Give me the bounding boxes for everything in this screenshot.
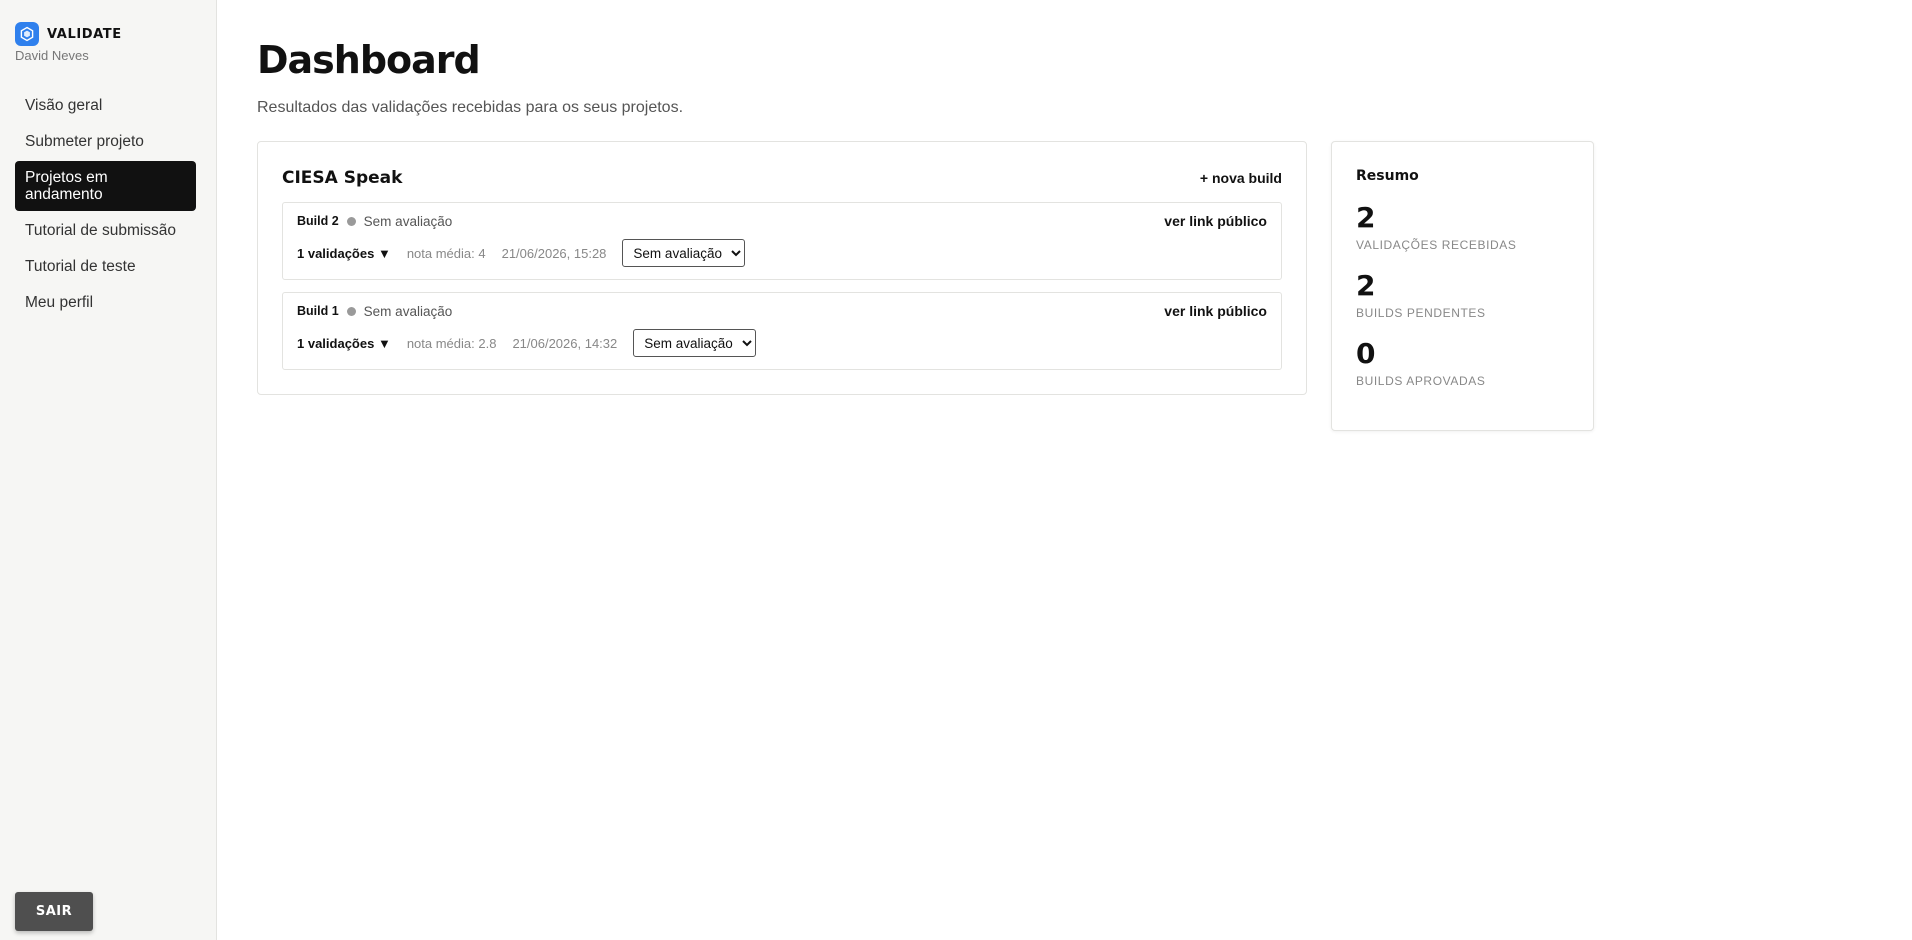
brand: VALIDATE	[15, 22, 201, 46]
validations-toggle[interactable]: 1 validações ▼	[297, 336, 391, 351]
build-top: Build 1 Sem avaliação ver link público	[297, 303, 1267, 319]
sidebar-item-tutorial-de-submissao[interactable]: Tutorial de submissão	[15, 214, 201, 247]
sidebar: VALIDATE David Neves Visão geral Submete…	[0, 0, 217, 940]
user-name: David Neves	[15, 48, 89, 63]
build-name: Build 1	[297, 304, 339, 318]
sidebar-item-meu-perfil[interactable]: Meu perfil	[15, 286, 201, 319]
validations-toggle[interactable]: 1 validações ▼	[297, 246, 391, 261]
app: VALIDATE David Neves Visão geral Submete…	[0, 0, 1912, 940]
status-dot-icon	[346, 306, 356, 316]
project-header: CIESA Speak + nova build	[282, 168, 1282, 188]
stat-value: 0	[1356, 337, 1376, 370]
sidebar-item-submeter-projeto[interactable]: Submeter projeto	[15, 125, 201, 158]
build-info: Build 2 Sem avaliação	[297, 214, 452, 229]
stat-label: BUILDS PENDENTES	[1356, 306, 1486, 320]
main-content: Dashboard Resultados das validações rece…	[217, 0, 1912, 940]
evaluation-select[interactable]: Sem avaliação	[622, 239, 746, 267]
build-row: Build 1 Sem avaliação ver link público 1…	[282, 292, 1282, 370]
stat-label: BUILDS APROVADAS	[1356, 374, 1486, 388]
summary-card: Resumo 2 VALIDAÇÕES RECEBIDAS 2 BUILDS P…	[1331, 141, 1594, 431]
public-link[interactable]: ver link público	[1164, 213, 1267, 229]
validate-logo-icon	[15, 22, 39, 46]
app-name: VALIDATE	[47, 26, 122, 42]
build-status: Sem avaliação	[363, 213, 453, 229]
public-link[interactable]: ver link público	[1164, 303, 1267, 319]
build-details: 1 validações ▼ nota média: 2.8 21/06/202…	[297, 329, 1267, 357]
stat-approved-builds: 0 BUILDS APROVADAS	[1356, 337, 1569, 389]
stat-validations-received: 2 VALIDAÇÕES RECEBIDAS	[1356, 201, 1569, 253]
page-subtitle: Resultados das validações recebidas para…	[257, 99, 684, 116]
build-top: Build 2 Sem avaliação ver link público	[297, 213, 1267, 229]
sidebar-item-tutorial-de-teste[interactable]: Tutorial de teste	[15, 250, 201, 283]
build-date: 21/06/2026, 15:28	[501, 245, 607, 261]
build-date: 21/06/2026, 14:32	[512, 335, 618, 351]
build-details: 1 validações ▼ nota média: 4 21/06/2026,…	[297, 239, 1267, 267]
project-name: CIESA Speak	[282, 168, 403, 188]
sidebar-nav: Visão geral Submeter projeto Projetos em…	[15, 89, 201, 319]
new-build-link[interactable]: + nova build	[1200, 170, 1282, 186]
sidebar-item-visao-geral[interactable]: Visão geral	[15, 89, 201, 122]
build-info: Build 1 Sem avaliação	[297, 304, 452, 319]
average-score: nota média: 4	[406, 245, 486, 261]
summary-title: Resumo	[1356, 168, 1419, 184]
status-dot-icon	[346, 216, 356, 226]
sidebar-item-projetos-em-andamento[interactable]: Projetos em andamento	[15, 161, 196, 212]
average-score: nota média: 2.8	[406, 335, 497, 351]
build-name: Build 2	[297, 214, 339, 228]
stat-pending-builds: 2 BUILDS PENDENTES	[1356, 269, 1569, 321]
stat-value: 2	[1356, 201, 1376, 234]
stat-value: 2	[1356, 269, 1376, 302]
evaluation-select[interactable]: Sem avaliação	[633, 329, 757, 357]
logout-button[interactable]: SAIR	[15, 892, 93, 931]
page-title: Dashboard	[257, 38, 481, 82]
project-card: CIESA Speak + nova build Build 2 Sem ava…	[257, 141, 1307, 395]
build-status: Sem avaliação	[363, 303, 453, 319]
build-row: Build 2 Sem avaliação ver link público 1…	[282, 202, 1282, 280]
stat-label: VALIDAÇÕES RECEBIDAS	[1356, 238, 1517, 252]
content-row: CIESA Speak + nova build Build 2 Sem ava…	[257, 141, 1912, 431]
